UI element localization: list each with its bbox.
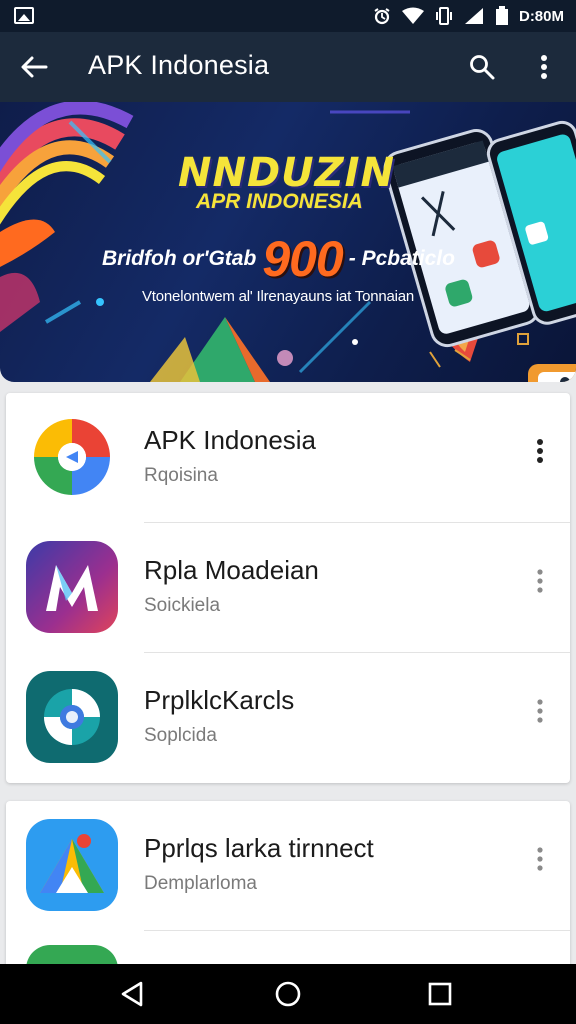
notification-icon [14,7,34,24]
app-subtitle: Soplcida [144,725,217,746]
wifi-icon [401,7,424,24]
banner-promo-number: 900 [262,231,343,287]
item-menu-button[interactable] [522,689,558,733]
app-name: Pprlqs larka tirnnect [144,833,374,863]
banner-promo-prefix: Bridfoh or'Gtab [102,247,257,270]
nav-home-button[interactable] [258,974,318,1014]
app-subtitle: Demplarloma [144,873,257,894]
app-subtitle: Soickiela [144,595,221,616]
app-list-item[interactable]: Pprlqs larka tirnnect Demplarloma [6,801,570,931]
status-bar: D:80M [0,0,576,32]
app-list-item[interactable]: PrplklcKarcls Soplcida [6,653,570,783]
battery-icon [495,6,508,25]
system-nav-bar [0,964,576,1024]
nav-back-button[interactable] [102,974,162,1014]
promo-banner[interactable]: NNDUZIN APR INDONESIA Bridfoh or'Gtab 90… [0,102,576,382]
signal-icon [464,8,483,24]
banner-small-text: Vtonelontwem al' Ilrenayauns iat Tonnaia… [142,288,415,305]
vibrate-icon [435,7,452,25]
more-vert-icon [537,699,543,723]
search-button[interactable] [462,49,502,85]
item-menu-button[interactable] [522,559,558,603]
app-list-item[interactable]: APK Indonesia Rqoisina [6,393,570,523]
more-vert-icon [537,569,543,593]
banner-promo-suffix: - Pcbaticlo [348,247,455,270]
item-menu-button[interactable] [522,429,558,473]
app-icon-teal-swirl [26,671,118,763]
app-list-item[interactable]: Rpla Moadeian Soickiela [6,523,570,653]
alarm-icon [374,8,390,25]
back-button[interactable] [14,49,54,85]
nav-recents-button[interactable] [410,974,470,1014]
overflow-menu-button[interactable] [526,49,562,85]
back-arrow-icon [21,56,48,78]
app-name: APK Indonesia [144,425,317,455]
banner-subheadline: APR INDONESIA [196,190,363,213]
home-circle-icon [275,981,301,1007]
page-title: APK Indonesia [88,50,270,80]
more-vert-icon [541,55,547,79]
app-bar: APK Indonesia [0,32,576,102]
item-menu-button[interactable] [522,837,558,881]
recents-square-icon [428,982,452,1006]
status-icons: D:80M [373,0,564,32]
back-triangle-icon [121,981,143,1007]
app-list-card: APK Indonesia Rqoisina Rpla Moadeian Soi… [6,393,570,783]
search-icon [470,55,495,80]
more-vert-icon [537,847,543,871]
status-time: D:80M [518,7,564,25]
app-subtitle: Rqoisina [144,465,218,486]
app-icon-maps-triangle [26,819,118,911]
app-icon-m-logo [26,541,118,633]
app-name: Rpla Moadeian [144,555,319,585]
app-icon-apk-indonesia [26,411,118,503]
banner-promo-line: Bridfoh or'Gtab 900 - Pcbaticlo [102,230,455,288]
more-vert-icon [537,439,543,463]
app-name: PrplklcKarcls [144,685,295,715]
